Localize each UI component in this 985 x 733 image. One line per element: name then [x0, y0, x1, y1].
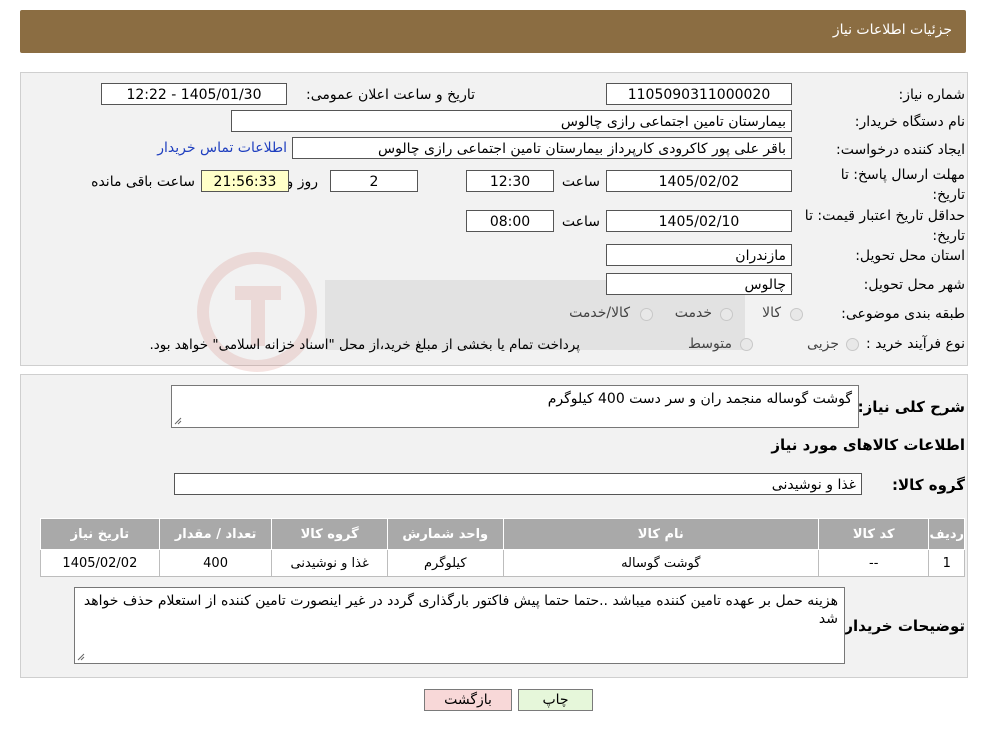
category-option-service: خدمت: [674, 305, 712, 321]
buyer-notes-text: هزینه حمل بر عهده تامین کننده میباشد ..ح…: [83, 593, 838, 627]
cell-unit: کیلوگرم: [386, 549, 504, 577]
process-radio-minor[interactable]: [846, 338, 859, 351]
delivery-province-field: مازندران: [606, 244, 792, 266]
cell-need-date: 1405/02/02: [40, 549, 160, 577]
resize-grip-icon: [77, 653, 85, 661]
response-deadline-label: مهلت ارسال پاسخ: تا تاریخ:: [805, 165, 965, 205]
price-validity-label: حداقل تاریخ اعتبار قیمت: تا تاریخ:: [790, 206, 965, 246]
col-unit: واحد شمارش: [386, 518, 504, 550]
remaining-days-field: 2: [330, 170, 418, 192]
print-button[interactable]: چاپ: [518, 689, 593, 711]
col-row-number: ردیف: [928, 518, 965, 550]
days-label: روز و: [286, 174, 319, 190]
page-title: جزئیات اطلاعات نیاز: [832, 22, 952, 38]
category-radio-service[interactable]: [720, 308, 733, 321]
category-option-goods: کالا: [762, 305, 781, 321]
buyer-notes-label: توضیحات خریدار:: [838, 617, 965, 635]
cell-item-name: گوشت گوساله: [502, 549, 819, 577]
items-table: ردیف کد کالا نام کالا واحد شمارش گروه کا…: [40, 518, 965, 577]
announce-datetime-field: 1405/01/30 - 12:22: [101, 83, 287, 105]
goods-group-label: گروه کالا:: [892, 476, 965, 494]
category-radio-goods-service[interactable]: [640, 308, 653, 321]
need-number-field: 1105090311000020: [606, 83, 792, 105]
process-option-medium: متوسط: [688, 336, 732, 352]
delivery-city-label: شهر محل تحویل:: [863, 277, 965, 293]
response-deadline-label-text: مهلت ارسال پاسخ: تا تاریخ:: [840, 167, 965, 203]
buyer-org-label: نام دستگاه خریدار:: [854, 114, 965, 130]
validity-time-label: ساعت: [561, 214, 600, 230]
deadline-date-field: 1405/02/02: [606, 170, 792, 192]
resize-grip-icon: [174, 417, 182, 425]
table-row: 1 -- گوشت گوساله کیلوگرم غذا و نوشیدنی 4…: [40, 549, 965, 577]
goods-group-field: غذا و نوشیدنی: [174, 473, 862, 495]
items-table-header-row: ردیف کد کالا نام کالا واحد شمارش گروه کا…: [40, 518, 965, 550]
col-item-code: کد کالا: [817, 518, 930, 550]
col-need-date: تاریخ نیاز: [40, 518, 160, 550]
items-section-title: اطلاعات کالاهای مورد نیاز: [771, 436, 965, 454]
back-button[interactable]: بازگشت: [424, 689, 512, 711]
remaining-time-field: 21:56:33: [201, 170, 289, 192]
buyer-contact-link[interactable]: اطلاعات تماس خریدار: [157, 140, 287, 156]
category-radio-goods[interactable]: [790, 308, 803, 321]
price-validity-label-text: حداقل تاریخ اعتبار قیمت: تا تاریخ:: [804, 208, 965, 244]
remaining-time-label: ساعت باقی مانده: [91, 174, 195, 190]
buyer-notes-textarea: هزینه حمل بر عهده تامین کننده میباشد ..ح…: [74, 587, 845, 664]
need-summary-text: گوشت گوساله منجمد ران و سر دست 400 کیلوگ…: [547, 391, 852, 407]
delivery-province-label: استان محل تحویل:: [855, 248, 965, 264]
request-creator-field: باقر علی پور کاکرودی کارپرداز بیمارستان …: [292, 137, 792, 159]
category-option-goods-service: کالا/خدمت: [569, 305, 630, 321]
need-summary-label: شرح کلی نیاز:: [857, 398, 965, 416]
col-item-name: نام کالا: [502, 518, 819, 550]
validity-time-field: 08:00: [466, 210, 554, 232]
col-group: گروه کالا: [271, 518, 388, 550]
page-header: جزئیات اطلاعات نیاز: [20, 10, 966, 53]
buyer-org-field: بیمارستان تامین اجتماعی رازی چالوس: [231, 110, 792, 132]
need-summary-textarea: گوشت گوساله منجمد ران و سر دست 400 کیلوگ…: [171, 385, 859, 428]
cell-item-code: --: [817, 549, 930, 577]
need-number-label: شماره نیاز:: [898, 87, 966, 103]
process-radio-medium[interactable]: [740, 338, 753, 351]
deadline-time-field: 12:30: [466, 170, 554, 192]
process-payment-note: پرداخت تمام یا بخشی از مبلغ خرید،از محل …: [149, 337, 580, 353]
cell-quantity: 400: [158, 549, 273, 577]
validity-date-field: 1405/02/10: [606, 210, 792, 232]
process-option-minor: جزیی: [807, 336, 839, 352]
delivery-city-field: چالوس: [606, 273, 792, 295]
subject-category-label: طبقه بندی موضوعی:: [841, 306, 965, 322]
deadline-time-label: ساعت: [561, 174, 600, 190]
request-creator-label: ایجاد کننده درخواست:: [836, 142, 965, 158]
purchase-process-label: نوع فرآیند خرید :: [866, 336, 965, 352]
cell-group: غذا و نوشیدنی: [271, 549, 388, 577]
col-quantity: تعداد / مقدار: [158, 518, 273, 550]
announce-datetime-label: تاریخ و ساعت اعلان عمومی:: [306, 87, 475, 103]
cell-row-number: 1: [928, 549, 965, 577]
